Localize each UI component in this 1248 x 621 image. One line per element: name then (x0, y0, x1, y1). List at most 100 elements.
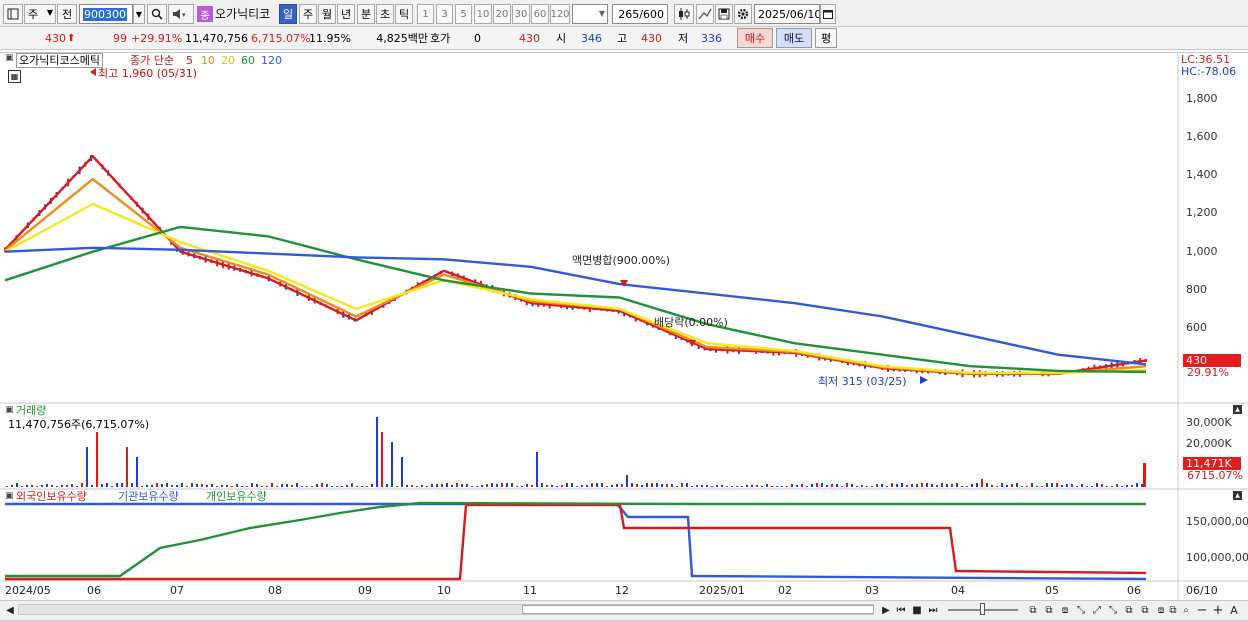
view-tool-8-icon[interactable]: ⧉ (1138, 602, 1152, 618)
average-button[interactable]: 평 (815, 28, 837, 48)
candle-type-button[interactable] (674, 4, 694, 24)
turnover-rate: 11.95% (309, 31, 351, 45)
search-button[interactable] (147, 4, 167, 24)
calendar-button[interactable] (820, 4, 836, 24)
interval-5[interactable]: 5 (455, 4, 472, 24)
stock-code-input[interactable]: 900300 (79, 4, 133, 24)
x-tick: 02 (778, 584, 792, 597)
draw-line-button[interactable] (696, 4, 714, 24)
interval-1[interactable]: 1 (417, 4, 434, 24)
high-value: 430 (641, 31, 662, 45)
view-tool-1-icon[interactable]: ⧉ (1026, 602, 1040, 618)
interval-60[interactable]: 60 (531, 4, 549, 24)
prev-button[interactable]: 전 (57, 4, 77, 24)
x-tick: 04 (951, 584, 965, 597)
interval-30[interactable]: 30 (512, 4, 530, 24)
low-label: 저 (678, 32, 689, 45)
period-tab-month[interactable]: 월 (318, 4, 336, 24)
svg-text:▾: ▾ (182, 11, 186, 19)
x-tick: 07 (170, 584, 184, 597)
holdings-panel-close-icon[interactable]: ▲ (1233, 491, 1242, 500)
y-tick: 1,200 (1186, 206, 1218, 219)
interval-label: 10 (476, 8, 490, 20)
ma-legend-120: 120 (261, 54, 282, 67)
view-tool-4-icon[interactable]: ⤡ (1074, 602, 1088, 618)
code-dropdown-button[interactable]: ▼ (133, 4, 145, 24)
interval-10[interactable]: 10 (474, 4, 492, 24)
panel-collapse-icon[interactable]: ▣ (5, 53, 14, 63)
current-price: 430 (45, 31, 66, 45)
period-tab-label: 초 (379, 8, 391, 21)
date-value: 2025/06/10 (758, 7, 820, 21)
scroll-thumb[interactable] (522, 605, 874, 614)
ask-value: 0 (474, 31, 481, 45)
custom-interval-select[interactable]: ▼ (572, 4, 608, 24)
zoom-search-icon[interactable]: ⌕ (1180, 602, 1192, 618)
scroll-left-button[interactable]: ◀ (4, 602, 16, 618)
forward-button[interactable]: ⏭ (926, 602, 940, 618)
y-tick: 800 (1186, 283, 1207, 296)
speed-slider-thumb[interactable] (980, 603, 985, 615)
buy-button[interactable]: 매수 (737, 28, 773, 48)
period-tab-label: 월 (321, 8, 333, 21)
period-tab-second[interactable]: 초 (376, 4, 394, 24)
period-tab-tick[interactable]: 틱 (395, 4, 413, 24)
stop-button[interactable]: ■ (910, 602, 924, 618)
zoom-in-icon[interactable]: + (1212, 602, 1224, 618)
period-tab-day[interactable]: 일 (279, 4, 297, 24)
price-panel-name: 오가닉티코스메틱 (16, 53, 103, 68)
up-arrow-icon: ⬆ (67, 32, 76, 44)
view-tool-2-icon[interactable]: ⧉ (1042, 602, 1056, 618)
auto-scale-icon[interactable]: A (1228, 602, 1240, 618)
volume-value: 11,470,756 (185, 31, 248, 45)
panel-collapse-icon[interactable]: ▣ (5, 405, 14, 415)
view-tool-3-icon[interactable]: ⧈ (1058, 602, 1072, 618)
interval-20[interactable]: 20 (493, 4, 511, 24)
gear-icon (737, 8, 749, 20)
x-tick: 2024/05 (5, 584, 51, 597)
rewind-button[interactable]: ⏮ (894, 602, 908, 618)
settings-button[interactable] (734, 4, 752, 24)
volume-panel-close-icon[interactable]: ▲ (1233, 405, 1242, 414)
interval-3[interactable]: 3 (436, 4, 453, 24)
x-tick: 09 (358, 584, 372, 597)
volume-panel-title: 거래량 (16, 404, 47, 417)
date-input[interactable]: 2025/06/10 (754, 4, 820, 24)
ma-legend-60: 60 (241, 54, 255, 67)
scroll-right-button[interactable]: ▶ (880, 602, 892, 618)
x-tick: 06 (87, 584, 101, 597)
holdings-y-tick: 150,000,00 (1186, 515, 1248, 528)
view-tool-6-icon[interactable]: ⤡ (1106, 602, 1120, 618)
view-tool-10-icon[interactable]: ⧉ (1166, 602, 1180, 618)
calculator-icon[interactable]: ▦ (8, 70, 21, 83)
sell-button[interactable]: 매도 (776, 28, 812, 48)
zoom-out-icon[interactable]: − (1196, 602, 1208, 618)
interval-120[interactable]: 120 (550, 4, 570, 24)
period-type-select[interactable]: 주 ▼ (24, 4, 56, 24)
volume-pct-tag: 6715.07% (1187, 469, 1243, 482)
chart-area[interactable] (0, 52, 1248, 600)
bar-count-input[interactable]: 265/600 (612, 4, 668, 24)
low-value: 336 (701, 31, 722, 45)
chevron-down-icon: ▼ (598, 9, 605, 18)
y-tick: 1,000 (1186, 245, 1218, 258)
x-tick: 11 (523, 584, 537, 597)
save-button[interactable] (715, 4, 733, 24)
panel-collapse-icon[interactable]: ▣ (5, 491, 14, 501)
interval-label: 120 (550, 8, 570, 20)
split-annotation: 액면병합(900.00%) (572, 254, 671, 267)
period-tab-year[interactable]: 년 (337, 4, 355, 24)
interval-label: 1 (422, 8, 429, 20)
prev-label: 전 (61, 8, 73, 21)
high-label: 고 (617, 32, 628, 45)
y-tick: 1,400 (1186, 168, 1218, 181)
sound-button[interactable]: ▾ (168, 4, 194, 24)
high-annotation: 최고 1,960 (05/31) (98, 67, 198, 80)
bid-value: 430 (519, 31, 540, 45)
view-tool-5-icon[interactable]: ⤢ (1090, 602, 1104, 618)
period-tab-week[interactable]: 주 (299, 4, 317, 24)
view-tool-7-icon[interactable]: ⧉ (1122, 602, 1136, 618)
layout-icon[interactable] (3, 4, 23, 24)
period-tab-minute[interactable]: 분 (357, 4, 375, 24)
y-tick: 1,600 (1186, 130, 1218, 143)
